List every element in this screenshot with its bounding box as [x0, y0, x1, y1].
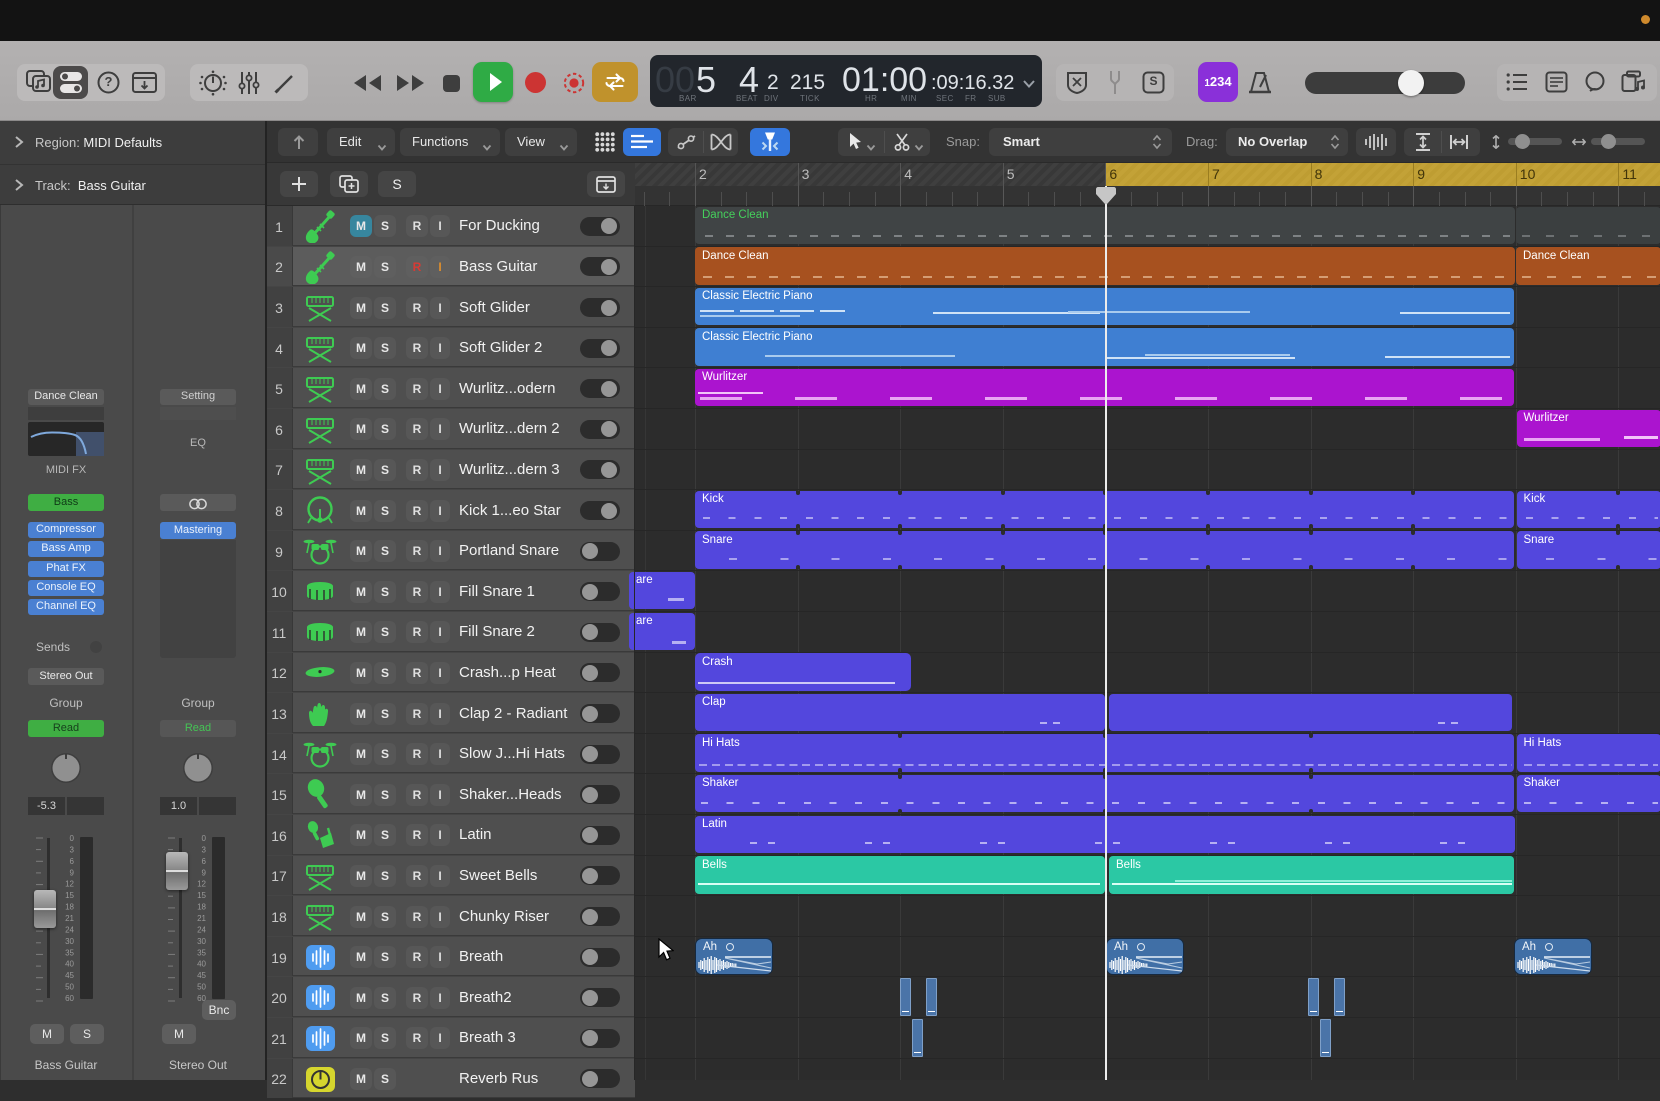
svg-text:30: 30	[65, 937, 74, 946]
svg-text:45: 45	[197, 971, 206, 980]
svg-text:40: 40	[65, 960, 74, 969]
svg-text:45: 45	[65, 971, 74, 980]
svg-text:18: 18	[197, 903, 206, 912]
svg-text:24: 24	[197, 925, 206, 934]
svg-text:9: 9	[70, 868, 75, 877]
svg-text:21: 21	[65, 914, 74, 923]
svg-text:3: 3	[202, 845, 207, 854]
svg-text:50: 50	[197, 983, 206, 992]
svg-text:24: 24	[65, 925, 74, 934]
svg-text:50: 50	[65, 983, 74, 992]
svg-text:12: 12	[65, 880, 74, 889]
svg-text:35: 35	[65, 948, 74, 957]
svg-text:6: 6	[70, 857, 75, 866]
svg-text:0: 0	[202, 835, 207, 843]
svg-text:0: 0	[70, 835, 75, 843]
svg-text:3: 3	[70, 845, 75, 854]
svg-text:15: 15	[65, 891, 74, 900]
svg-text:6: 6	[202, 857, 207, 866]
svg-text:15: 15	[197, 891, 206, 900]
svg-text:18: 18	[65, 903, 74, 912]
svg-text:30: 30	[197, 937, 206, 946]
svg-text:60: 60	[65, 994, 74, 1003]
svg-text:21: 21	[197, 914, 206, 923]
svg-text:12: 12	[197, 880, 206, 889]
svg-text:9: 9	[202, 868, 207, 877]
svg-text:35: 35	[197, 948, 206, 957]
svg-text:40: 40	[197, 960, 206, 969]
